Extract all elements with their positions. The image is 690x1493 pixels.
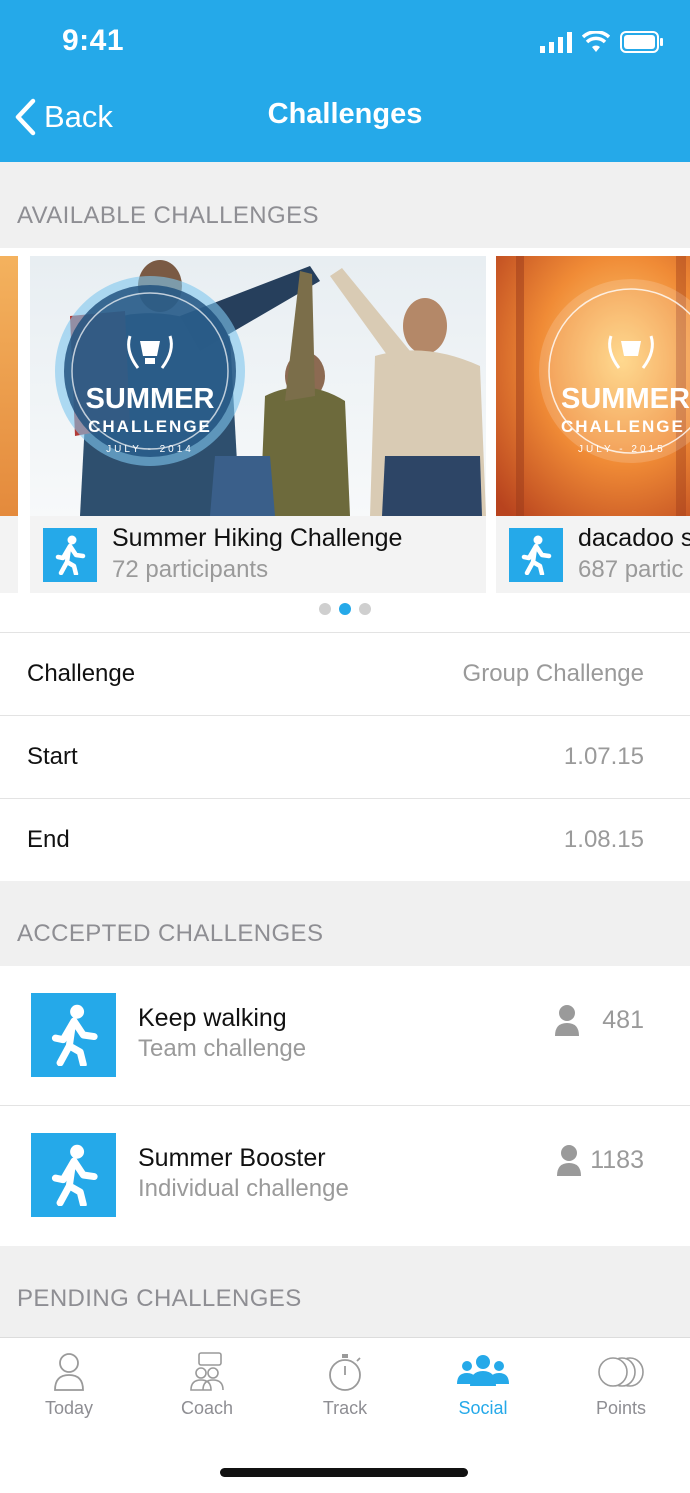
status-icons: [540, 28, 664, 56]
page-dot[interactable]: [319, 603, 331, 615]
tab-social[interactable]: Social: [423, 1352, 543, 1419]
tab-points[interactable]: Points: [561, 1352, 681, 1419]
card-footer: dacadoo s 687 partic: [496, 516, 690, 593]
badge-subtitle: CHALLENGE: [561, 417, 685, 436]
carousel-card[interactable]: SUMMER CHALLENGE JULY - 2014 Summer Hiki…: [30, 256, 486, 593]
home-indicator[interactable]: [220, 1468, 468, 1477]
status-time: 9:41: [62, 24, 125, 57]
tab-label: Points: [595, 1398, 647, 1418]
challenge-photo: SUMMER CHALLENGE JULY - 2014: [30, 256, 486, 516]
challenge-photo: SUMMER CHALLENGE JULY - 2015: [496, 256, 690, 516]
page-dot-active[interactable]: [339, 603, 351, 615]
coach-icon: [190, 1352, 224, 1391]
stopwatch-icon: [329, 1354, 361, 1391]
card-name: dacadoo s: [578, 524, 690, 552]
page-indicator[interactable]: [0, 603, 690, 615]
detail-row-type: Challenge Group Challenge: [0, 632, 690, 715]
section-pending-heading: PENDING CHALLENGES: [0, 1246, 690, 1337]
tab-label: Social: [458, 1398, 508, 1418]
tab-label: Today: [44, 1398, 94, 1418]
section-accepted-heading: ACCEPTED CHALLENGES: [0, 881, 690, 966]
detail-label: Start: [27, 743, 78, 770]
detail-value: 1.07.15: [563, 743, 644, 770]
walking-person-icon: [43, 528, 97, 582]
tab-label: Coach: [180, 1398, 234, 1418]
detail-value: 1.08.15: [563, 826, 644, 853]
tab-today[interactable]: Today: [9, 1352, 129, 1419]
section-available-heading: AVAILABLE CHALLENGES: [0, 162, 690, 248]
page-dot[interactable]: [359, 603, 371, 615]
badge-date: JULY - 2015: [578, 444, 666, 455]
person-outline-icon: [54, 1353, 84, 1391]
detail-row-start: Start 1.07.15: [0, 715, 690, 798]
carousel-card-previous[interactable]: [0, 256, 18, 593]
challenge-carousel[interactable]: SUMMER CHALLENGE JULY - 2014 Summer Hiki…: [0, 248, 690, 632]
badge-title: SUMMER: [86, 383, 215, 415]
challenge-name: Summer Booster: [138, 1144, 326, 1172]
challenge-type: Individual challenge: [138, 1175, 349, 1202]
detail-label: End: [27, 826, 70, 853]
tab-label: Track: [322, 1398, 368, 1418]
detail-label: Challenge: [27, 660, 136, 687]
count-value: 1183: [590, 1145, 644, 1174]
accepted-list: Keep walking Team challenge 481 Summer B…: [0, 966, 690, 1246]
badge-date: JULY - 2014: [106, 444, 194, 455]
coins-icon: [598, 1357, 644, 1387]
detail-value: Group Challenge: [462, 660, 644, 687]
page-title: Challenges: [267, 98, 423, 130]
list-item[interactable]: Summer Booster Individual challenge 1183: [0, 1106, 690, 1246]
carousel-card-next[interactable]: SUMMER CHALLENGE JULY - 2015 dacadoo s 6…: [496, 256, 690, 593]
walking-person-icon: [509, 528, 563, 582]
walking-person-icon: [31, 993, 116, 1077]
challenge-photo: [0, 256, 18, 516]
battery-icon: [620, 31, 663, 53]
person-icon: [557, 1145, 582, 1176]
count-value: 481: [602, 1005, 644, 1034]
badge-subtitle: CHALLENGE: [88, 417, 212, 436]
walking-person-icon: [31, 1133, 116, 1217]
challenge-type: Team challenge: [138, 1035, 307, 1062]
list-item[interactable]: Keep walking Team challenge 481: [0, 966, 690, 1106]
wifi-icon: [582, 31, 610, 52]
card-participants: 72 participants: [112, 556, 269, 583]
badge-title: SUMMER: [561, 383, 690, 415]
tab-coach[interactable]: Coach: [147, 1352, 267, 1419]
participant-count: 1183: [556, 1144, 644, 1176]
group-icon: [457, 1355, 509, 1386]
challenge-details: Challenge Group Challenge Start 1.07.15 …: [0, 632, 690, 881]
card-footer: Summer Hiking Challenge 72 participants: [30, 516, 486, 593]
signal-icon: [540, 32, 572, 53]
challenge-name: Keep walking: [138, 1004, 287, 1032]
nav-header: 9:41 Back Challenges: [0, 0, 690, 162]
person-icon: [555, 1005, 580, 1036]
card-participants: 687 partic: [578, 556, 684, 583]
tab-track[interactable]: Track: [285, 1352, 405, 1419]
participant-count: 481: [554, 1004, 644, 1036]
card-name: Summer Hiking Challenge: [112, 524, 403, 552]
detail-row-end: End 1.08.15: [0, 798, 690, 881]
